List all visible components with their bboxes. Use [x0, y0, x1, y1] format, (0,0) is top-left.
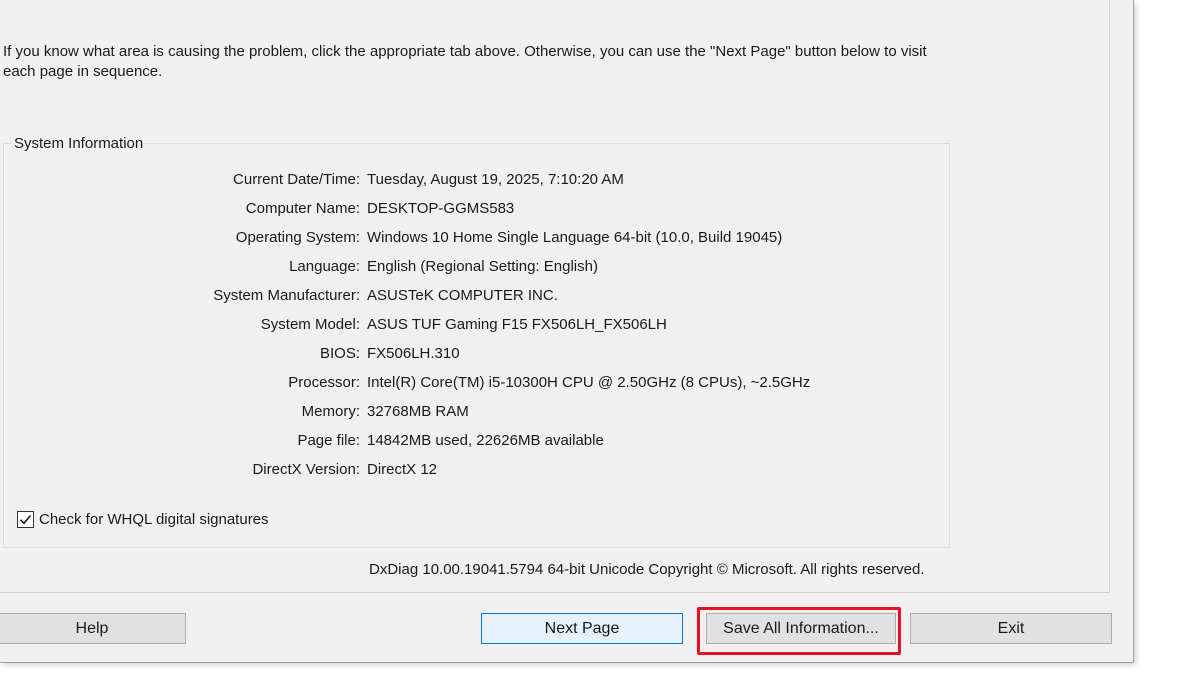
checkmark-icon [19, 514, 32, 525]
info-label: Memory: [301, 403, 360, 420]
info-label: Language: [289, 258, 360, 275]
info-label: Current Date/Time: [233, 171, 360, 188]
info-label: System Model: [260, 316, 360, 333]
info-value: Tuesday, August 19, 2025, 7:10:20 AM [367, 171, 624, 188]
info-row-bios: BIOS: FX506LH.310 [0, 345, 1109, 365]
info-row-operating-system: Operating System: Windows 10 Home Single… [0, 229, 1109, 249]
info-label: System Manufacturer: [213, 287, 360, 304]
info-value: DESKTOP-GGMS583 [367, 200, 515, 217]
save-all-information-button[interactable]: Save All Information... [706, 613, 896, 644]
info-row-directx-version: DirectX Version: DirectX 12 [0, 461, 1109, 481]
info-value: Windows 10 Home Single Language 64-bit (… [367, 229, 783, 246]
info-row-processor: Processor: Intel(R) Core(TM) i5-10300H C… [0, 374, 1109, 394]
intro-text: If you know what area is causing the pro… [3, 43, 927, 80]
info-row-page-file: Page file: 14842MB used, 22626MB availab… [0, 432, 1109, 452]
info-label: Page file: [297, 432, 360, 449]
dxdiag-window: If you know what area is causing the pro… [0, 0, 1134, 663]
next-page-button[interactable]: Next Page [481, 613, 683, 644]
info-value: DirectX 12 [367, 461, 438, 478]
info-label: Processor: [288, 374, 360, 391]
whql-checkbox-row[interactable]: Check for WHQL digital signatures [17, 511, 269, 528]
info-value: English (Regional Setting: English) [367, 258, 598, 275]
info-row-memory: Memory: 32768MB RAM [0, 403, 1109, 423]
help-button[interactable]: Help [0, 613, 186, 644]
info-value: FX506LH.310 [367, 345, 460, 362]
group-title: System Information [12, 135, 146, 152]
system-tab-page: If you know what area is causing the pro… [0, 0, 1110, 593]
info-label: Computer Name: [245, 200, 360, 217]
info-row-date-time: Current Date/Time: Tuesday, August 19, 2… [0, 171, 1109, 191]
exit-button[interactable]: Exit [910, 613, 1112, 644]
info-label: BIOS: [319, 345, 360, 362]
info-row-system-model: System Model: ASUS TUF Gaming F15 FX506L… [0, 316, 1109, 336]
info-row-language: Language: English (Regional Setting: Eng… [0, 258, 1109, 278]
info-value: ASUSTeK COMPUTER INC. [367, 287, 558, 304]
info-row-computer-name: Computer Name: DESKTOP-GGMS583 [0, 200, 1109, 220]
info-label: DirectX Version: [252, 461, 360, 478]
info-label: Operating System: [235, 229, 360, 246]
info-value: 14842MB used, 22626MB available [367, 432, 604, 449]
info-value: Intel(R) Core(TM) i5-10300H CPU @ 2.50GH… [367, 374, 811, 391]
info-value: ASUS TUF Gaming F15 FX506LH_FX506LH [367, 316, 667, 333]
info-row-system-manufacturer: System Manufacturer: ASUSTeK COMPUTER IN… [0, 287, 1109, 307]
whql-checkbox[interactable] [17, 511, 34, 528]
copyright-footer: DxDiag 10.00.19041.5794 64-bit Unicode C… [369, 561, 925, 578]
info-value: 32768MB RAM [367, 403, 469, 420]
whql-checkbox-label: Check for WHQL digital signatures [39, 511, 269, 528]
